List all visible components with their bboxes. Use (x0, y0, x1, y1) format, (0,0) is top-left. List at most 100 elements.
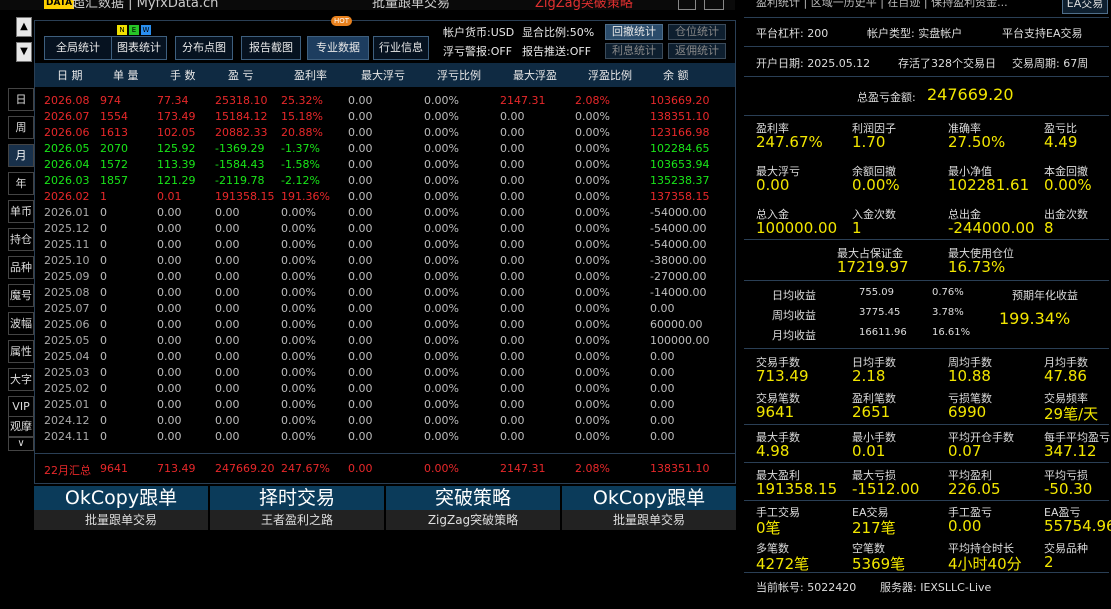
trade-type-section: 手工交易 0笔 EA交易 217笔 手工盈亏 0.00 EA盈亏 55754.96 多笔数 427… (744, 501, 1111, 573)
table-cell: 0.00% (575, 190, 610, 203)
table-row: 2026.05 2070 125.92 -1369.29 -1.37% 0.00 0.00%… (35, 141, 735, 157)
summary-row: 22月汇总 9641 713.49 247669.20 247.67% 0.00 0.00%… (35, 453, 735, 480)
table-cell: 0.00 (348, 286, 373, 299)
promo-tile[interactable]: OkCopy跟单 批量跟单交易 (562, 486, 736, 530)
table-cell: 2026.04 (44, 158, 90, 171)
table-cell: 0.00% (575, 398, 610, 411)
column-header: 浮亏比例 (437, 69, 481, 82)
table-cell: 0.00 (650, 366, 675, 379)
left-button-9[interactable]: 属性 (8, 340, 34, 363)
table-cell: 2070 (100, 142, 128, 155)
stat-value: 4小时40分 (948, 555, 1022, 573)
left-button-1[interactable]: 周 (8, 116, 34, 139)
report-push-status[interactable]: 报告推送:OFF (522, 43, 591, 59)
column-header: 最大浮盈 (513, 69, 557, 82)
table-cell: 0.00% (281, 222, 316, 235)
table-cell: 2147.31 (500, 94, 546, 107)
income-amount: 16611.96 (859, 327, 907, 338)
summary-cell: 0.00 (348, 462, 373, 475)
table-cell: 0.00 (500, 286, 525, 299)
promo-tile-subtitle: 王者盈利之路 (210, 510, 384, 530)
interest-stats-button[interactable]: 利息统计 (605, 43, 663, 59)
table-cell: 2026.06 (44, 126, 90, 139)
column-header: 单 量 (113, 69, 139, 82)
left-button-4[interactable]: 单币 (8, 200, 34, 223)
table-cell: 0.00 (215, 286, 240, 299)
table-cell: 0.00 (650, 382, 675, 395)
table-cell: 0.00% (281, 350, 316, 363)
column-header: 盈 亏 (228, 69, 254, 82)
left-button-6[interactable]: 品种 (8, 256, 34, 279)
promo-tile[interactable]: 择时交易 王者盈利之路 (210, 486, 384, 530)
table-row: 2025.02 0 0.00 0.00 0.00% 0.00 0.00% 0.00 0.00% 0… (35, 381, 735, 397)
table-cell: 0 (100, 238, 107, 251)
ea-trade-button[interactable]: EA交易 (1062, 0, 1108, 14)
stat-value: 2.18 (852, 367, 886, 385)
promo-tile[interactable]: OkCopy跟单 批量跟单交易 (34, 486, 208, 530)
left-button-8[interactable]: 波幅 (8, 312, 34, 335)
table-cell: 0.00% (575, 302, 610, 315)
table-cell: 0 (100, 334, 107, 347)
table-cell: 0.00 (215, 350, 240, 363)
table-header: 日 期 单 量 手 数 盈 亏 盈利率 最大浮亏 浮亏比例 最大浮盈 浮盈比例 余 额 (35, 63, 735, 87)
stat-value: 4272笔 (756, 555, 810, 573)
table-cell: 0.00 (500, 270, 525, 283)
table-cell: 0.00 (157, 366, 182, 379)
table-cell: 0.00 (215, 254, 240, 267)
table-cell: 0.00 (348, 174, 373, 187)
table-cell: 0.00% (575, 238, 610, 251)
left-button-12[interactable]: 观摩 (8, 416, 34, 437)
stat-value: 0.00 (756, 176, 790, 194)
profit-ratio-section: 盈利率 247.67% 利润因子 1.70 准确率 27.50% 盈亏比 4.49 最大浮亏 0.… (744, 116, 1109, 240)
table-cell: 2025.11 (44, 238, 90, 251)
float-alert-status[interactable]: 浮亏警报:OFF (443, 43, 512, 59)
left-button-3[interactable]: 年 (8, 172, 34, 195)
scroll-down-button[interactable]: ▼ (16, 42, 32, 62)
table-cell: 100000.00 (650, 334, 710, 347)
margin-value: 17219.97 (837, 258, 909, 276)
table-cell: 0.00% (575, 318, 610, 331)
left-button-7[interactable]: 魔号 (8, 284, 34, 307)
table-cell: 0.00% (281, 334, 316, 347)
table-cell: 0.00% (424, 382, 459, 395)
table-cell: 0.00% (424, 398, 459, 411)
scroll-up-button[interactable]: ▲ (16, 17, 32, 37)
table-row: 2025.04 0 0.00 0.00 0.00% 0.00 0.00% 0.00 0.00% 0… (35, 349, 735, 365)
table-cell: 2025.02 (44, 382, 90, 395)
drawdown-stats-button[interactable]: 回撤统计 (605, 24, 663, 40)
left-button-0[interactable]: 日 (8, 88, 34, 111)
table-cell: 0 (100, 414, 107, 427)
toolbar-button-4[interactable]: 专业数据 (307, 36, 369, 60)
table-cell: 0 (100, 206, 107, 219)
toolbar-button-3[interactable]: 报告截图 (241, 36, 301, 60)
table-cell: 0.00 (215, 270, 240, 283)
position-stats-button[interactable]: 仓位统计 (668, 24, 726, 40)
hot-badge: HOT (331, 16, 353, 26)
table-row: 2025.11 0 0.00 0.00 0.00% 0.00 0.00% 0.00 0.00% -… (35, 237, 735, 253)
more-chevron-icon[interactable]: ∨ (8, 437, 34, 451)
left-button-2[interactable]: 月 (8, 144, 34, 167)
stat-value: 10.88 (948, 367, 991, 385)
left-button-11[interactable]: VIP (8, 396, 34, 417)
promo-tile[interactable]: 突破策略 ZigZag突破策略 (386, 486, 560, 530)
table-row: 2026.03 1857 121.29 -2119.78 -2.12% 0.00 0.00%… (35, 173, 735, 189)
toolbar-button-2[interactable]: 分布点图 (175, 36, 233, 60)
left-button-5[interactable]: 持仓 (8, 228, 34, 251)
table-cell: 0.00% (281, 238, 316, 251)
window-button[interactable] (704, 0, 724, 10)
table-cell: 0.00 (348, 302, 373, 315)
table-cell: 1 (100, 190, 107, 203)
table-cell: 2024.12 (44, 414, 90, 427)
toolbar-button-5[interactable]: 行业信息 (373, 36, 429, 60)
stat-value: 27.50% (948, 133, 1006, 151)
toolbar-button-0[interactable]: 全局统计 (44, 36, 112, 60)
table-cell: 0.00% (575, 174, 610, 187)
platform-support: 平台支持EA交易 (1002, 27, 1083, 40)
rebate-stats-button[interactable]: 返佣统计 (668, 43, 726, 59)
toolbar-button-1[interactable]: 图表统计 (111, 36, 167, 60)
window-button[interactable] (678, 0, 696, 10)
table-cell: 0.00 (157, 206, 182, 219)
table-row: 2024.12 0 0.00 0.00 0.00% 0.00 0.00% 0.00 0.00% 0… (35, 413, 735, 429)
left-button-10[interactable]: 大字 (8, 368, 34, 391)
table-cell: 2026.08 (44, 94, 90, 107)
